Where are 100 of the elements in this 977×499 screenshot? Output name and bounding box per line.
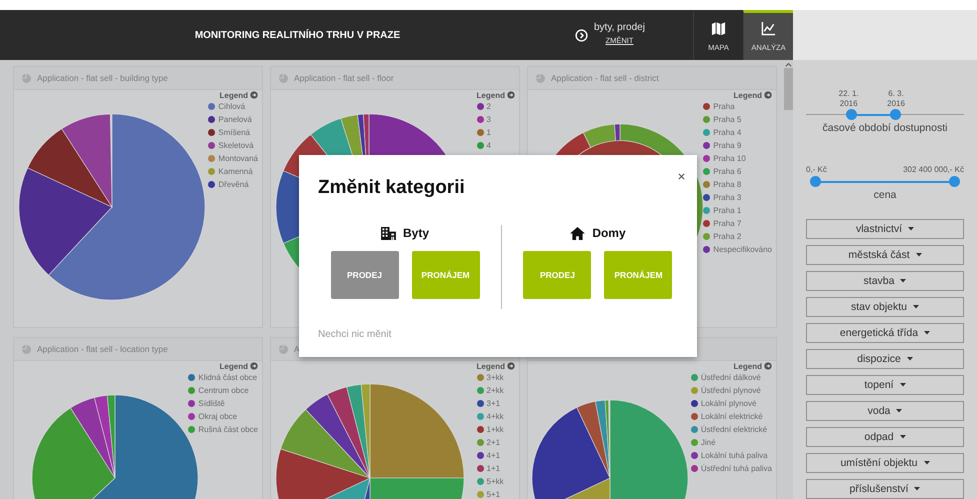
chevron-circle-icon[interactable] (575, 28, 588, 42)
legend-label[interactable]: Sídliště (198, 399, 225, 408)
legend-label[interactable]: Praha 4 (713, 128, 742, 137)
filter-dropdown[interactable]: vlastnictví (806, 219, 964, 239)
filter-dropdown[interactable]: energetická třída (806, 323, 964, 343)
legend-label[interactable]: Praha 10 (713, 154, 746, 163)
legend-label[interactable]: Centrum obce (198, 386, 249, 395)
legend-label[interactable]: Okraj obce (198, 412, 238, 421)
legend-label[interactable]: Lokální elektrické (700, 412, 763, 421)
chart-title: Application - flat sell - building type (37, 73, 168, 83)
legend-title: Legend (734, 362, 762, 370)
legend-label[interactable]: 5+1 (486, 490, 500, 499)
legend-label[interactable]: Cihlová (218, 102, 246, 111)
legend-label[interactable]: Lokální tuhá paliva (700, 451, 768, 460)
filter-dropdown[interactable]: umístění objektu (806, 453, 964, 473)
arrow-circle-icon[interactable] (250, 362, 258, 370)
buildings-icon (381, 226, 396, 240)
slider-track[interactable] (806, 109, 964, 120)
legend-label[interactable]: Kamenná (218, 167, 253, 176)
legend-label[interactable]: Dřevěná (218, 180, 249, 189)
category-button[interactable]: PRODEJ (523, 251, 592, 299)
legend-title: Legend (476, 90, 505, 100)
legend-label[interactable]: Praha 2 (713, 232, 742, 241)
slider-value: 6. 3. 2016 (886, 89, 906, 109)
legend-label[interactable]: 2+1 (486, 438, 500, 447)
legend-label[interactable]: Smíšená (218, 128, 250, 137)
slider-min-label: 0,- Kč (806, 165, 827, 174)
legend-label[interactable]: Praha 5 (713, 115, 742, 124)
legend-label[interactable]: Praha 3 (713, 193, 742, 202)
slider-max-label: 302 400 000,- Kč (903, 165, 964, 174)
caret-icon (913, 305, 920, 309)
legend-label[interactable]: Panelová (218, 115, 252, 124)
filter-dropdown[interactable]: stavba (806, 271, 964, 291)
legend-label[interactable]: Praha 6 (713, 167, 742, 176)
arrow-circle-icon[interactable] (250, 91, 258, 99)
filter-dropdown[interactable]: voda (806, 401, 964, 421)
legend-label[interactable]: Skeletová (218, 141, 254, 150)
legend-label[interactable]: Ústřední dálkové (700, 373, 761, 382)
slider-thumb[interactable] (890, 109, 901, 120)
filter-dropdown[interactable]: topení (806, 375, 964, 395)
filter-dropdown[interactable]: odpad (806, 427, 964, 447)
arrow-circle-icon[interactable] (507, 91, 515, 99)
caret-icon (908, 227, 914, 231)
legend-label[interactable]: 1 (486, 128, 491, 137)
slider-thumb[interactable] (810, 176, 821, 187)
filter-dropdown[interactable]: stav objektu (806, 297, 964, 317)
legend-label[interactable]: 4 (486, 141, 491, 150)
legend-label[interactable]: 3+1 (486, 399, 500, 408)
caret-icon (924, 461, 930, 465)
legend-label[interactable]: 2+kk (486, 386, 504, 395)
legend-label[interactable]: Ústřední elektrické (700, 425, 768, 434)
legend-label[interactable]: 3 (486, 115, 491, 124)
legend-label[interactable]: Lokální plynové (700, 399, 756, 408)
legend-label[interactable]: Praha 8 (713, 180, 742, 189)
filter-dropdown[interactable]: městská část (806, 245, 964, 265)
legend-label[interactable]: 2 (486, 102, 491, 111)
category-button[interactable]: PRONÁJEM (412, 251, 480, 299)
slider-thumb[interactable] (949, 176, 960, 187)
filter-dropdown[interactable]: příslušenství (806, 479, 964, 499)
filter-dropdown[interactable]: dispozice (806, 349, 964, 369)
legend-label[interactable]: Praha 9 (713, 141, 742, 150)
arrow-circle-icon[interactable] (507, 362, 515, 370)
legend-label[interactable]: 4+1 (486, 451, 500, 460)
legend-label[interactable]: Praha 1 (713, 206, 742, 215)
close-icon[interactable] (678, 173, 685, 180)
group-label: Byty (403, 226, 430, 240)
caret-icon (900, 279, 906, 283)
legend-label[interactable]: Nespecifikováno (713, 245, 772, 254)
legend-label[interactable]: Rušná část obce (198, 425, 258, 434)
arrow-circle-icon[interactable] (764, 362, 772, 370)
chart-title: Application - flat sell - district (551, 73, 659, 83)
legend-label[interactable]: Ústřední tuhá paliva (700, 464, 772, 473)
slider-thumb[interactable] (846, 109, 857, 120)
legend-label[interactable]: Ústřední plynové (700, 386, 761, 395)
caret-icon (900, 435, 906, 439)
legend-label[interactable]: Praha 7 (713, 219, 742, 228)
slider-track[interactable] (810, 176, 960, 187)
arrow-circle-icon[interactable] (764, 91, 772, 99)
legend-label[interactable]: 1+1 (486, 464, 500, 473)
caret-icon (900, 383, 906, 387)
category-button[interactable]: PRODEJ (330, 251, 398, 299)
chart-title: Application - flat sell - floor (294, 73, 394, 83)
group-label: Domy (592, 226, 626, 240)
legend-label[interactable]: Jiné (700, 438, 716, 447)
legend-label[interactable]: 5+kk (486, 477, 504, 486)
scrollbar-thumb[interactable] (784, 68, 792, 110)
category-button[interactable]: PRONÁJEM (604, 251, 672, 299)
legend-label[interactable]: 4+kk (486, 412, 504, 421)
legend-label[interactable]: Klidná část obce (198, 373, 258, 382)
legend-label[interactable]: 1+kk (486, 425, 504, 434)
pie-chart-icon (536, 74, 545, 82)
slider-label: cena (872, 189, 898, 201)
legend-label[interactable]: 3+kk (486, 373, 504, 382)
scroll-up-icon[interactable] (784, 60, 792, 68)
pie-chart-icon (22, 344, 31, 354)
modal-title: Změnit kategorii (318, 177, 465, 199)
legend-label[interactable]: Praha (713, 102, 735, 111)
legend-label[interactable]: Montovaná (218, 154, 258, 163)
caret-icon (924, 331, 930, 335)
cancel-link[interactable]: Nechci nic měnit (318, 329, 392, 340)
